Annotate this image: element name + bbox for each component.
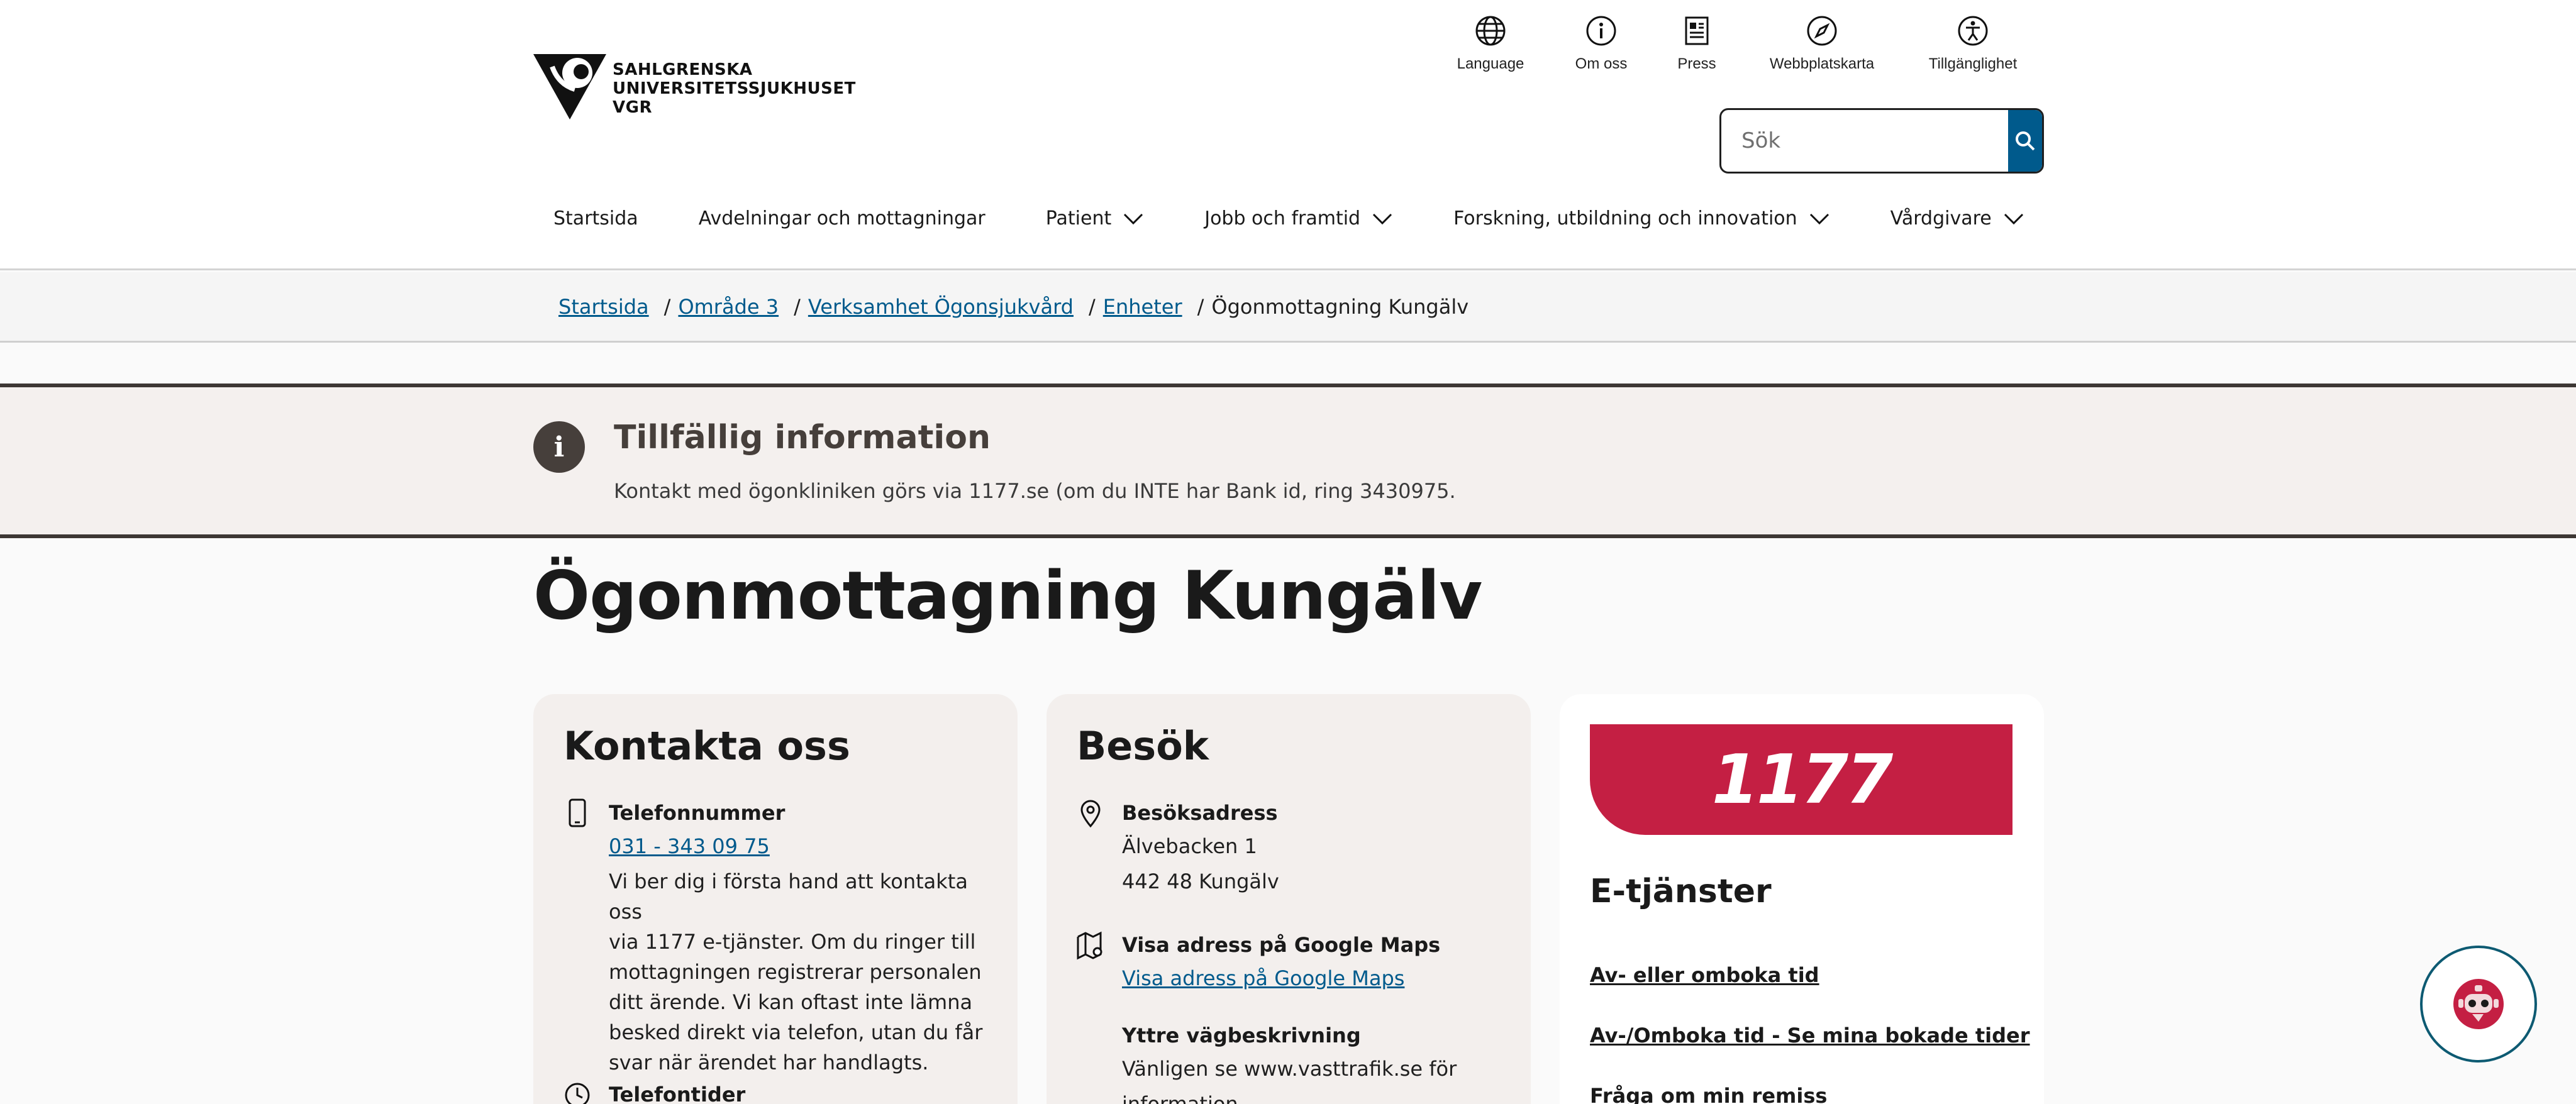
utility-nav: Language Om oss Press Webbplatskarta Til… <box>1428 14 2046 73</box>
directions-label: Yttre vägbeskrivning <box>1122 1024 1361 1047</box>
chevron-down-icon <box>2004 213 2023 224</box>
temporary-info-alert: i Tillfällig information Kontakt med ögo… <box>0 384 2576 538</box>
google-maps-link[interactable]: Visa adress på Google Maps <box>1122 961 1506 996</box>
alert-title: Tillfällig information <box>614 419 991 456</box>
search-form <box>1719 108 2044 174</box>
accessibility-icon <box>1958 16 1988 46</box>
newspaper-icon <box>1685 16 1709 45</box>
breadcrumb-item[interactable]: Startsida <box>558 295 649 319</box>
breadcrumb-separator: / <box>794 295 801 319</box>
nav-item-forskning[interactable]: Forskning, utbildning och innovation <box>1453 207 1830 229</box>
phone-hours-label: Telefontider <box>609 1083 746 1104</box>
search-icon <box>2016 131 2035 151</box>
utility-press[interactable]: Press <box>1649 14 1745 73</box>
page-title: Ögonmottagning Kungälv <box>533 557 1482 634</box>
breadcrumb-separator: / <box>1088 295 1096 319</box>
visit-title: Besök <box>1077 723 1209 769</box>
map-pin-icon <box>1080 800 1101 828</box>
etj-link-remiss[interactable]: Fråga om min remiss <box>1590 1084 1827 1104</box>
desc-line: mottagningen registrerar personalen <box>609 960 982 984</box>
nav-label: Vårdgivare <box>1890 207 1992 229</box>
utility-om-oss[interactable]: Om oss <box>1553 14 1649 73</box>
nav-label: Startsida <box>553 207 638 229</box>
utility-label: Om oss <box>1575 55 1628 72</box>
info-icon <box>1586 16 1616 46</box>
utility-tillganglighet[interactable]: Tillgänglighet <box>1899 14 2046 73</box>
phone-label: Telefonnummer <box>609 801 786 825</box>
map-icon <box>1077 931 1102 960</box>
phone-link[interactable]: 031 - 343 09 75 <box>609 829 992 864</box>
nav-item-vardgivare[interactable]: Vårdgivare <box>1890 207 2024 229</box>
utility-label: Tillgänglighet <box>1928 55 2018 72</box>
address-line-2: 442 48 Kungälv <box>1122 869 1279 893</box>
phone-hours-section: Telefontider <box>564 1079 992 1104</box>
phone-description: Vi ber dig i första hand att kontakta os… <box>609 866 992 1078</box>
chevron-down-icon <box>1373 213 1392 224</box>
nav-label: Forskning, utbildning och innovation <box>1453 207 1797 229</box>
utility-label: Press <box>1677 55 1716 72</box>
nav-label: Avdelningar och mottagningar <box>698 207 985 229</box>
breadcrumb-item[interactable]: Enheter <box>1103 295 1182 319</box>
search-input[interactable] <box>1721 110 2008 172</box>
utility-language[interactable]: Language <box>1428 14 1553 73</box>
address-label: Besöksadress <box>1122 801 1278 825</box>
alert-text: Kontakt med ögonkliniken görs via 1177.s… <box>614 479 1456 503</box>
info-icon: i <box>533 421 585 473</box>
utility-label: Language <box>1457 55 1524 72</box>
breadcrumb-current: Ögonmottagning Kungälv <box>1211 295 1469 319</box>
nav-item-startsida[interactable]: Startsida <box>553 207 638 229</box>
address-line-1: Älvebacken 1 <box>1122 834 1257 858</box>
etj-link-omboka[interactable]: Av- eller omboka tid <box>1590 963 1819 987</box>
visit-card: Besök Besöksadress Älvebacken 1 442 48 K… <box>1046 694 1531 1104</box>
contact-title: Kontakta oss <box>564 723 850 769</box>
chevron-down-icon <box>1809 213 1829 224</box>
main-nav: Startsida Avdelningar och mottagningar P… <box>553 207 2085 229</box>
logo-line-1: SAHLGRENSKA <box>613 60 753 79</box>
site-logo[interactable]: SAHLGRENSKA UNIVERSITETSSJUKHUSET VGR <box>533 54 856 119</box>
search-button[interactable] <box>2008 110 2042 172</box>
maps-section: Visa adress på Google Maps Visa adress p… <box>1077 929 1506 996</box>
logo-text: SAHLGRENSKA UNIVERSITETSSJUKHUSET VGR <box>613 60 856 117</box>
globe-icon <box>1475 16 1506 46</box>
chat-bot-button[interactable] <box>2420 946 2537 1063</box>
nav-label: Jobb och framtid <box>1204 207 1361 229</box>
nav-item-jobb[interactable]: Jobb och framtid <box>1204 207 1393 229</box>
desc-line: Vi ber dig i första hand att kontakta os… <box>609 869 968 924</box>
desc-line: besked direkt via telefon, utan du får <box>609 1020 983 1044</box>
site-header: SAHLGRENSKA UNIVERSITETSSJUKHUSET VGR La… <box>0 0 2576 270</box>
directions-line-1: Vänligen se www.vasttrafik.se för <box>1122 1057 1457 1081</box>
maps-label: Visa adress på Google Maps <box>1122 933 1441 957</box>
breadcrumb-bar: Startsida / Område 3 / Verksamhet Ögonsj… <box>0 272 2576 343</box>
address-section: Besöksadress Älvebacken 1 442 48 Kungälv <box>1077 797 1506 899</box>
logo-line-3: VGR <box>613 98 652 117</box>
phone-section: Telefonnummer 031 - 343 09 75 Vi ber dig… <box>564 797 992 1078</box>
desc-line: ditt ärende. Vi kan oftast inte lämna <box>609 990 973 1014</box>
nav-label: Patient <box>1045 207 1112 229</box>
utility-webbplatskarta[interactable]: Webbplatskarta <box>1745 14 1899 73</box>
directions-section: Yttre vägbeskrivning Vänligen se www.vas… <box>1077 1020 1506 1104</box>
etj-link-bokade-tider[interactable]: Av-/Omboka tid - Se mina bokade tider <box>1590 1024 2030 1047</box>
logo-1177-banner[interactable]: 1177 <box>1590 724 2012 835</box>
chevron-down-icon <box>1124 213 1143 224</box>
logo-mark-icon <box>533 54 606 119</box>
nav-item-patient[interactable]: Patient <box>1046 207 1144 229</box>
directions-line-2: information <box>1122 1092 1238 1104</box>
desc-line: svar när ärendet har handlagts. <box>609 1051 929 1074</box>
utility-label: Webbplatskarta <box>1769 55 1875 72</box>
etjanster-title: E-tjänster <box>1590 873 1772 910</box>
chatbot-icon <box>2453 979 2504 1029</box>
breadcrumb: Startsida / Område 3 / Verksamhet Ögonsj… <box>558 295 1468 319</box>
etjanster-card: 1177 E-tjänster Av- eller omboka tid Av-… <box>1560 694 2044 1104</box>
breadcrumb-separator: / <box>1197 295 1204 319</box>
desc-line: via 1177 e-tjänster. Om du ringer till <box>609 930 976 954</box>
mobile-phone-icon <box>569 798 586 827</box>
breadcrumb-separator: / <box>663 295 671 319</box>
nav-item-avdelningar[interactable]: Avdelningar och mottagningar <box>699 207 985 229</box>
clock-icon <box>565 1083 590 1104</box>
compass-icon <box>1807 16 1837 46</box>
breadcrumb-item[interactable]: Verksamhet Ögonsjukvård <box>808 295 1074 319</box>
breadcrumb-item[interactable]: Område 3 <box>678 295 779 319</box>
logo-line-2: UNIVERSITETSSJUKHUSET <box>613 79 856 98</box>
contact-card: Kontakta oss Telefonnummer 031 - 343 09 … <box>533 694 1018 1104</box>
